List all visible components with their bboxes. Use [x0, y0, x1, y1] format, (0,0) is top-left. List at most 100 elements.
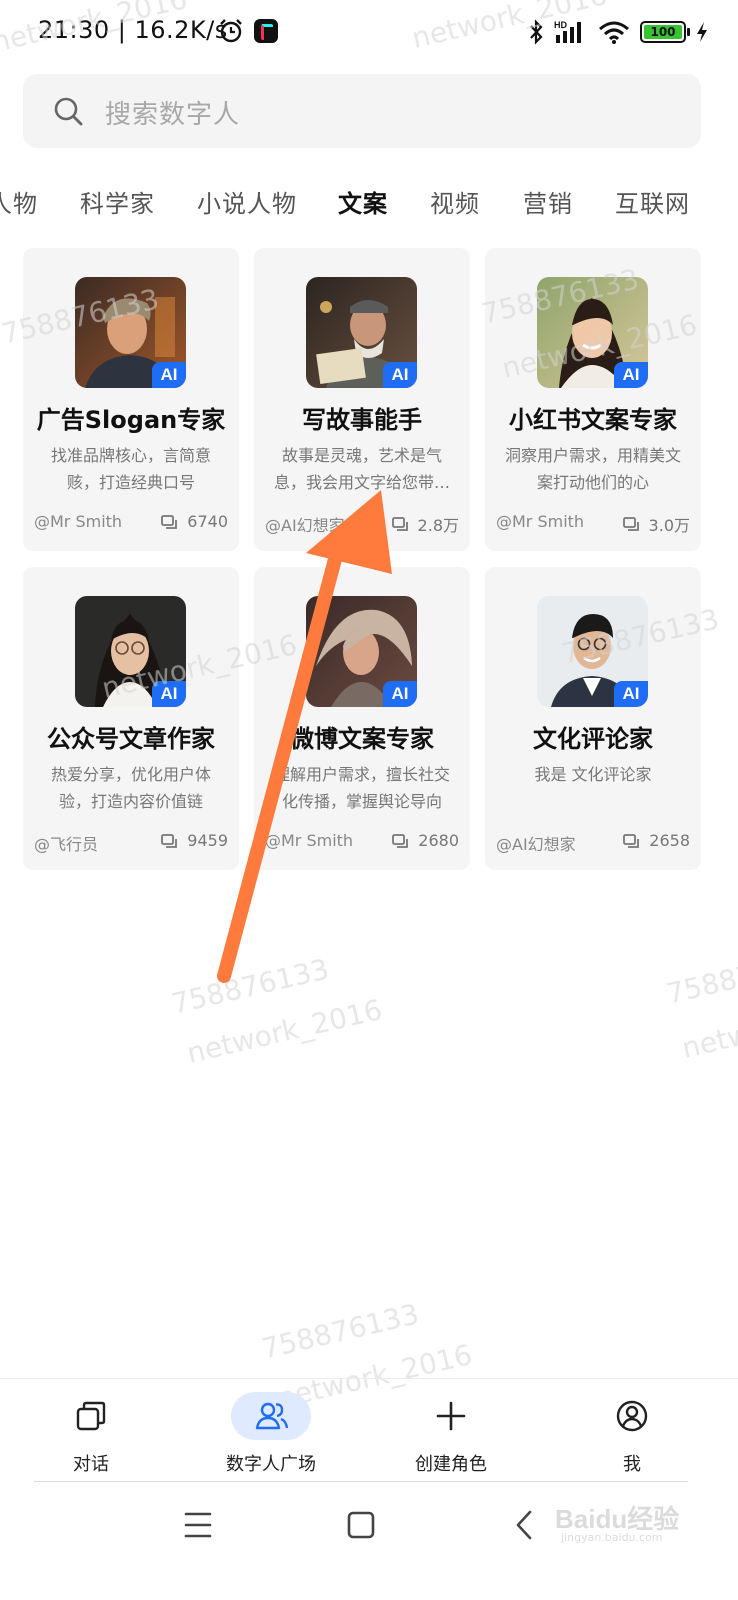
character-card[interactable]: AI 写故事能手 故事是灵魂，艺术是气息，我会用文字给您带… @AI幻想家 2.…	[254, 248, 470, 551]
search-icon	[54, 97, 83, 126]
chat-count-icon	[161, 833, 178, 848]
nav-create-character[interactable]: 创建角色	[386, 1392, 516, 1482]
alarm-icon	[220, 19, 242, 43]
chat-count-value: 2680	[418, 831, 459, 850]
bottom-nav-divider	[0, 1378, 738, 1379]
home-icon[interactable]	[336, 1500, 386, 1550]
chat-count: 9459	[161, 831, 228, 850]
chat-count-icon	[391, 517, 408, 531]
battery-icon: 100	[640, 21, 690, 43]
chat-count-icon	[161, 514, 178, 529]
avatar: AI	[537, 596, 648, 707]
chat-count-icon	[623, 833, 640, 848]
card-title: 小红书文案专家	[509, 406, 677, 434]
status-time-speed: 21:30 | 16.2K/s	[38, 16, 228, 44]
card-author: @Mr Smith	[34, 512, 123, 531]
svg-text:HD: HD	[554, 20, 567, 30]
nav-digital-human-plaza[interactable]: 数字人广场	[206, 1392, 336, 1482]
tab-video[interactable]: 视频	[430, 184, 480, 219]
ai-badge: AI	[152, 362, 186, 388]
nav-underline	[34, 1481, 688, 1482]
chat-count-value: 6740	[187, 512, 228, 531]
category-tabs: 人物 科学家 小说人物 文案 视频 营销 互联网	[0, 178, 738, 224]
nav-create-icon-wrap	[411, 1392, 491, 1440]
tab-marketing[interactable]: 营销	[523, 184, 573, 219]
back-icon[interactable]	[500, 1500, 550, 1550]
nav-me-icon-wrap	[592, 1392, 672, 1440]
nav-chat[interactable]: 对话	[26, 1392, 156, 1482]
status-bar: 21:30 | 16.2K/s HD 100	[0, 0, 738, 66]
baidu-watermark-url: jingyan.baidu.com	[561, 1531, 663, 1544]
tiktok-app-icon	[254, 19, 278, 43]
card-description: 我是 文化评论家	[534, 765, 652, 784]
menu-icon[interactable]	[173, 1500, 223, 1550]
chat-count: 2680	[392, 831, 459, 850]
tab-copywriting[interactable]: 文案	[338, 184, 388, 219]
people-icon	[255, 1402, 289, 1430]
nav-me[interactable]: 我	[567, 1392, 697, 1482]
charging-icon	[697, 22, 707, 42]
character-card[interactable]: AI 文化评论家 我是 文化评论家 @AI幻想家 2658	[485, 567, 701, 870]
chat-count-value: 2.8万	[417, 516, 459, 535]
tab-characters[interactable]: 人物	[0, 184, 38, 219]
watermark: network_2016	[183, 993, 386, 1070]
ai-badge: AI	[383, 362, 417, 388]
ai-badge: AI	[614, 681, 648, 707]
tab-novel-characters[interactable]: 小说人物	[197, 184, 297, 219]
card-description: 找准品牌核心，言简意赅，打造经典口号	[50, 446, 211, 492]
chat-count-icon	[622, 517, 639, 531]
card-title: 微博文案专家	[290, 725, 434, 753]
avatar: AI	[306, 596, 417, 707]
avatar: AI	[75, 277, 186, 388]
profile-icon	[616, 1400, 648, 1432]
bluetooth-icon	[530, 19, 543, 45]
chat-count-value: 9459	[187, 831, 228, 850]
card-author: @AI幻想家	[496, 835, 576, 854]
card-description: 理解用户需求，擅长社交化传播，掌握舆论导向	[273, 765, 450, 811]
watermark: 758876133	[663, 942, 738, 1011]
watermark: 758876133	[168, 952, 333, 1021]
character-card[interactable]: AI 微博文案专家 理解用户需求，擅长社交化传播，掌握舆论导向 @Mr Smit…	[254, 567, 470, 870]
search-placeholder: 搜索数字人	[105, 100, 241, 130]
search-bar[interactable]: 搜索数字人	[23, 74, 701, 148]
avatar: AI	[537, 277, 648, 388]
tab-internet[interactable]: 互联网	[615, 184, 690, 219]
watermark: 758876133	[258, 1297, 423, 1366]
chat-count: 6740	[161, 512, 228, 531]
chat-icon	[76, 1401, 106, 1431]
status-indicators: HD 100	[528, 18, 708, 46]
card-author: @Mr Smith	[496, 512, 585, 531]
character-card[interactable]: AI 广告Slogan专家 找准品牌核心，言简意赅，打造经典口号 @Mr Smi…	[23, 248, 239, 551]
watermark: network_2016	[678, 988, 738, 1065]
avatar: AI	[306, 277, 417, 388]
ai-badge: AI	[383, 681, 417, 707]
card-author: @飞行员	[34, 835, 99, 854]
wifi-icon	[599, 21, 629, 44]
character-card[interactable]: AI 公众号文章作家 热爱分享，优化用户体验，打造内容价值链 @飞行员 9459	[23, 567, 239, 870]
card-author: @Mr Smith	[265, 831, 354, 850]
baidu-watermark-text: Baidu经验	[555, 1504, 680, 1534]
ai-badge: AI	[152, 681, 186, 707]
card-title: 公众号文章作家	[47, 725, 215, 753]
battery-level: 100	[644, 25, 682, 39]
avatar: AI	[75, 596, 186, 707]
card-title: 广告Slogan专家	[36, 406, 226, 434]
chat-count-value: 3.0万	[648, 516, 690, 535]
chat-count-value: 2658	[649, 831, 690, 850]
card-description: 热爱分享，优化用户体验，打造内容价值链	[50, 765, 211, 811]
baidu-watermark: Baidu经验 jingyan.baidu.com	[555, 1497, 705, 1547]
ai-badge: AI	[614, 362, 648, 388]
card-author: @AI幻想家	[265, 516, 345, 535]
card-description: 洞察用户需求，用精美文案打动他们的心	[504, 446, 681, 492]
card-description: 故事是灵魂，艺术是气息，我会用文字给您带…	[273, 446, 450, 492]
nav-chat-label: 对话	[73, 1454, 109, 1475]
nav-chat-icon-wrap	[51, 1392, 131, 1440]
plus-icon	[436, 1401, 466, 1431]
chat-count-icon	[392, 833, 409, 848]
tab-scientists[interactable]: 科学家	[80, 184, 155, 219]
character-card[interactable]: AI 小红书文案专家 洞察用户需求，用精美文案打动他们的心 @Mr Smith …	[485, 248, 701, 551]
chat-count: 3.0万	[622, 512, 690, 536]
card-title: 写故事能手	[302, 406, 422, 434]
chat-count: 2.8万	[391, 512, 459, 536]
nav-plaza-label: 数字人广场	[226, 1454, 316, 1475]
